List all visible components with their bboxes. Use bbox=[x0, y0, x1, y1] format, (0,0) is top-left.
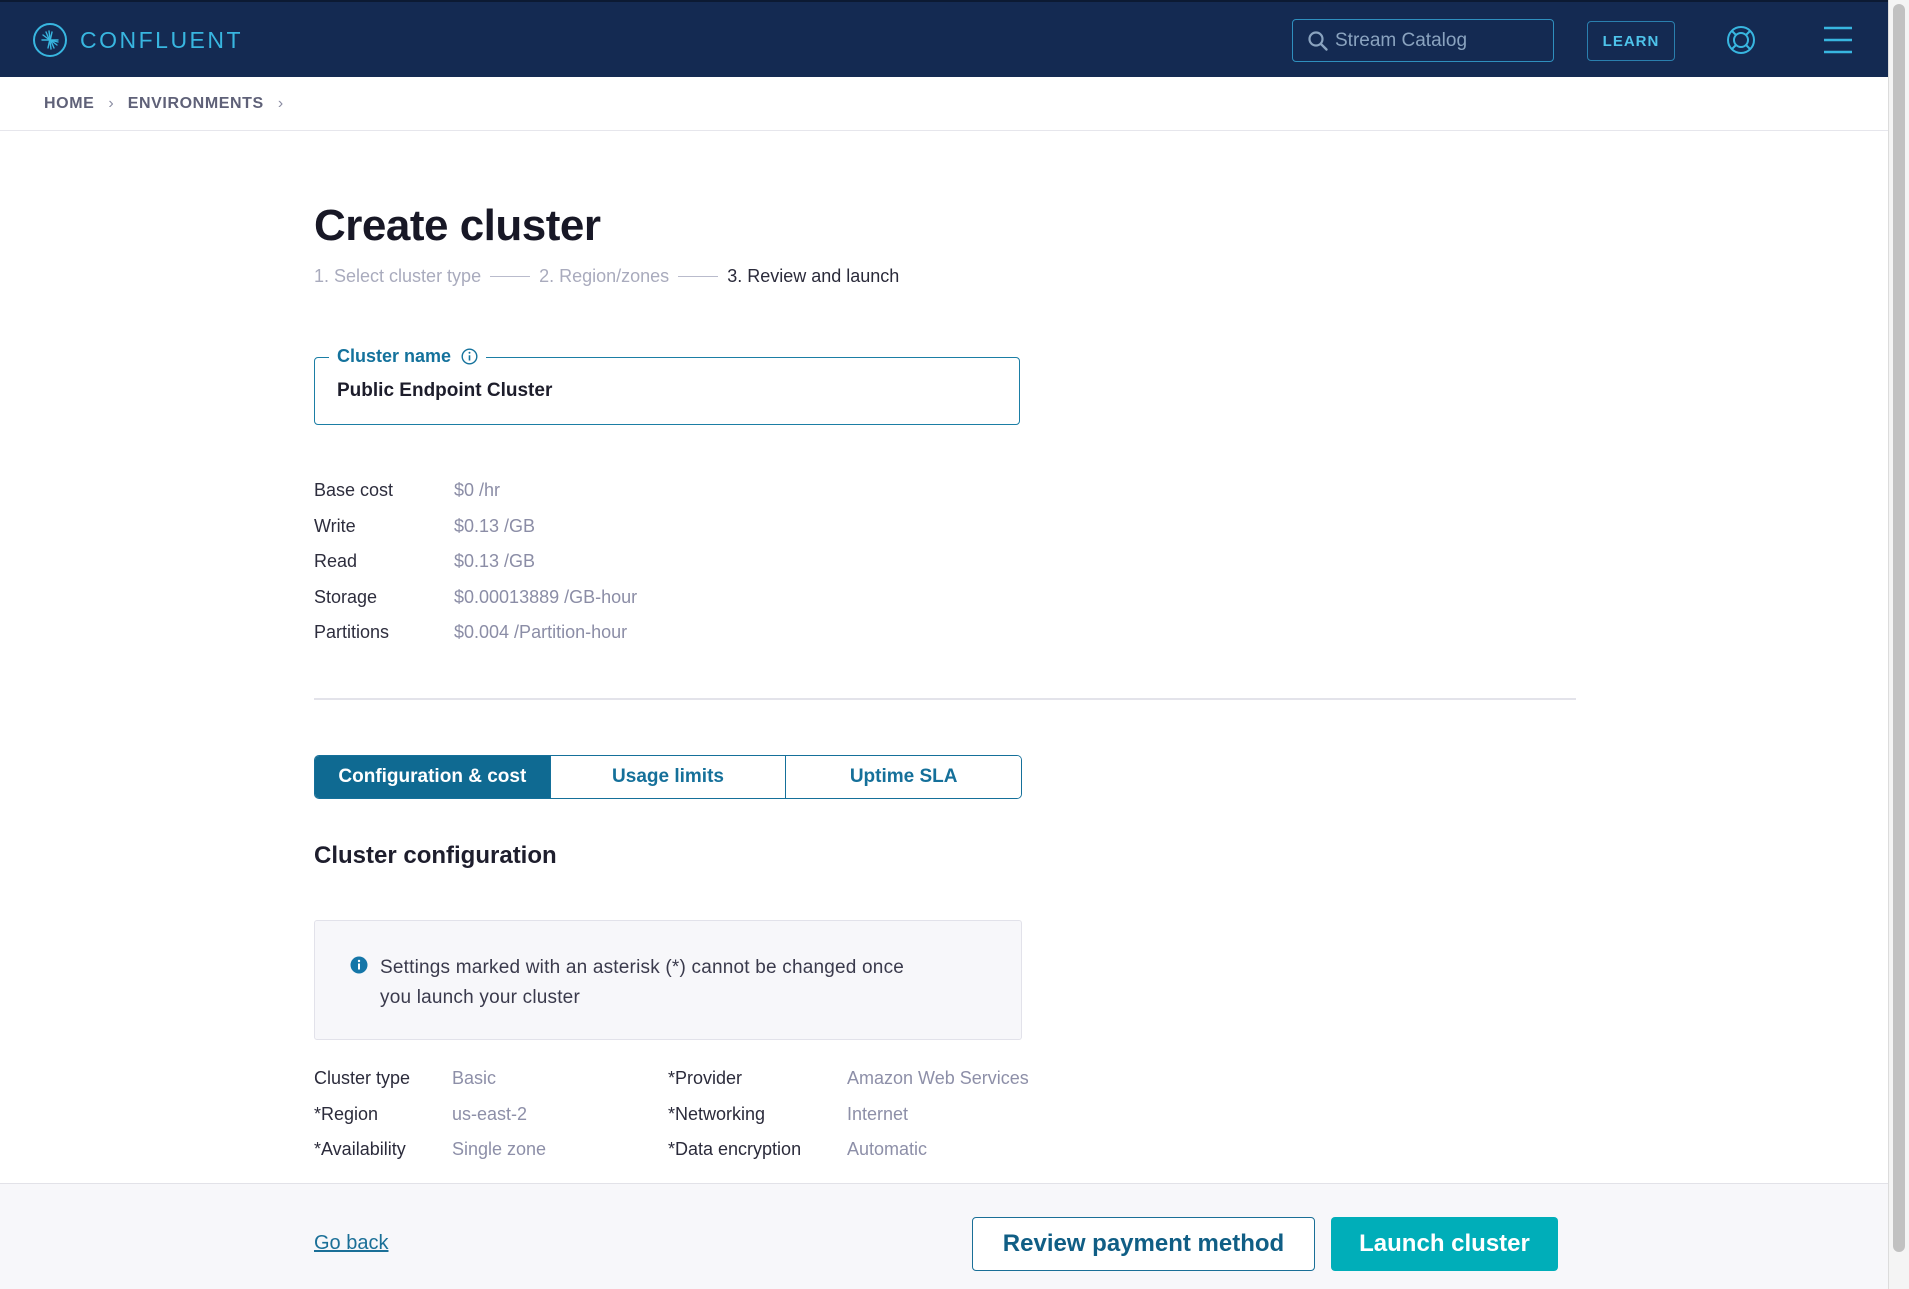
tab-uptime-sla[interactable]: Uptime SLA bbox=[786, 756, 1021, 798]
hamburger-menu-icon[interactable] bbox=[1824, 26, 1852, 54]
config-label: *Data encryption bbox=[668, 1139, 802, 1160]
learn-button[interactable]: LEARN bbox=[1587, 21, 1675, 61]
cost-label: Base cost bbox=[314, 480, 394, 501]
cost-row: Read $0.13 /GB bbox=[314, 544, 637, 580]
cluster-name-label-text: Cluster name bbox=[337, 346, 452, 366]
section-divider bbox=[314, 698, 1576, 700]
confluent-logo-icon bbox=[33, 23, 67, 57]
cost-value: $0.004 /Partition-hour bbox=[454, 622, 628, 643]
cost-label: Read bbox=[314, 551, 358, 572]
tab-configuration-cost[interactable]: Configuration & cost bbox=[315, 756, 551, 798]
breadcrumb: HOME › ENVIRONMENTS › bbox=[0, 77, 1888, 131]
cost-label: Partitions bbox=[314, 622, 390, 643]
section-title: Cluster configuration bbox=[314, 842, 557, 869]
config-value: Amazon Web Services bbox=[847, 1068, 1029, 1089]
scrollbar-thumb[interactable] bbox=[1893, 4, 1905, 1252]
brand-name: CONFLUENT bbox=[80, 26, 244, 53]
search-icon bbox=[1308, 30, 1328, 51]
chevron-right-icon: › bbox=[277, 94, 284, 112]
config-label: *Provider bbox=[668, 1068, 743, 1089]
cost-value: $0.13 /GB bbox=[454, 551, 536, 572]
tab-usage-limits[interactable]: Usage limits bbox=[550, 756, 787, 798]
search-input[interactable] bbox=[1335, 29, 1535, 52]
config-value: Single zone bbox=[452, 1139, 547, 1160]
config-value: Basic bbox=[452, 1068, 497, 1089]
config-label: Cluster type bbox=[314, 1068, 411, 1089]
cost-table: Base cost $0 /hr Write $0.13 /GB Read $0… bbox=[314, 473, 637, 651]
cluster-name-input[interactable] bbox=[337, 380, 987, 402]
cost-label: Write bbox=[314, 515, 356, 536]
config-value: Internet bbox=[847, 1103, 909, 1124]
cost-row: Base cost $0 /hr bbox=[314, 473, 637, 509]
chevron-right-icon: › bbox=[108, 94, 114, 112]
info-filled-icon bbox=[350, 956, 368, 974]
launch-cluster-button[interactable]: Launch cluster bbox=[1331, 1217, 1558, 1271]
cost-value: $0.13 /GB bbox=[454, 515, 536, 536]
wizard-steps: 1. Select cluster type 2. Region/zones 3… bbox=[314, 266, 899, 287]
page-title: Create cluster bbox=[314, 201, 601, 250]
cluster-config-grid: Cluster type Basic *Provider Amazon Web … bbox=[314, 1061, 1067, 1168]
step-review-and-launch: 3. Review and launch bbox=[727, 266, 900, 286]
notice-text: Settings marked with an asterisk (*) can… bbox=[380, 957, 905, 1008]
config-label: *Networking bbox=[668, 1103, 766, 1124]
review-payment-method-button[interactable]: Review payment method bbox=[972, 1217, 1315, 1271]
stream-catalog-search[interactable] bbox=[1292, 19, 1554, 62]
info-notice: Settings marked with an asterisk (*) can… bbox=[314, 920, 1022, 1040]
cost-label: Storage bbox=[314, 586, 378, 607]
cluster-name-field: Cluster name bbox=[314, 346, 1020, 425]
cluster-name-label: Cluster name bbox=[329, 346, 487, 367]
vertical-scrollbar[interactable] bbox=[1888, 0, 1909, 1289]
footer-action-bar: Go back Review payment method Launch clu… bbox=[0, 1183, 1888, 1289]
cost-value: $0 /hr bbox=[454, 480, 501, 501]
details-tabs: Configuration & cost Usage limits Uptime… bbox=[314, 755, 1022, 799]
info-icon[interactable] bbox=[461, 348, 478, 365]
step-connector bbox=[678, 275, 719, 278]
config-label: *Region bbox=[314, 1103, 379, 1124]
help-lifebuoy-icon[interactable] bbox=[1724, 23, 1758, 57]
step-select-cluster-type[interactable]: 1. Select cluster type bbox=[314, 266, 481, 287]
step-region-zones[interactable]: 2. Region/zones bbox=[539, 266, 669, 287]
cost-row: Write $0.13 /GB bbox=[314, 509, 637, 545]
config-label: *Availability bbox=[314, 1139, 406, 1160]
config-value: Automatic bbox=[847, 1139, 928, 1160]
cost-value: $0.00013889 /GB-hour bbox=[454, 586, 638, 607]
top-nav: CONFLUENT LEARN bbox=[0, 0, 1888, 77]
breadcrumb-environments[interactable]: ENVIRONMENTS bbox=[128, 95, 264, 113]
cost-row: Storage $0.00013889 /GB-hour bbox=[314, 580, 637, 616]
config-value: us-east-2 bbox=[452, 1103, 528, 1124]
confluent-logo[interactable]: CONFLUENT bbox=[32, 22, 243, 58]
breadcrumb-home[interactable]: HOME bbox=[44, 95, 94, 113]
cost-row: Partitions $0.004 /Partition-hour bbox=[314, 615, 637, 651]
step-connector bbox=[490, 275, 531, 278]
go-back-link[interactable]: Go back bbox=[314, 1232, 388, 1255]
